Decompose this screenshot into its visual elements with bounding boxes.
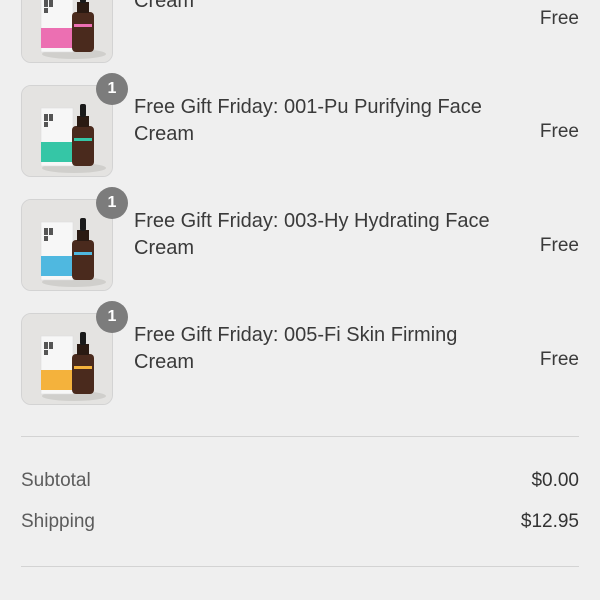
quantity-badge: 1 bbox=[96, 187, 128, 219]
section-divider bbox=[21, 566, 579, 567]
quantity-badge: 1 bbox=[96, 301, 128, 333]
line-item: 1 Free Gift Friday: 003-Hy Hydrating Fac… bbox=[0, 187, 600, 291]
product-thumbnail-wrapper: 1 bbox=[21, 301, 128, 405]
subtotal-value: $0.00 bbox=[531, 470, 579, 491]
product-thumbnail-wrapper: 1 bbox=[21, 73, 128, 177]
subtotal-label: Subtotal bbox=[21, 470, 91, 491]
product-price: Free bbox=[539, 349, 579, 370]
product-price: Free bbox=[539, 8, 579, 29]
shipping-label: Shipping bbox=[21, 511, 95, 532]
product-price: Free bbox=[539, 235, 579, 256]
quantity-badge: 1 bbox=[96, 73, 128, 105]
line-item: 1 Free Gift Friday: 004-Br Skin Brighten… bbox=[0, 0, 600, 63]
product-name: Free Gift Friday: 001-Pu Purifying Face … bbox=[134, 96, 482, 145]
product-price: Free bbox=[539, 121, 579, 142]
product-thumbnail-wrapper: 1 bbox=[21, 187, 128, 291]
line-item: 1 Free Gift Friday: 001-Pu Purifying Fac… bbox=[0, 73, 600, 177]
section-divider bbox=[21, 436, 579, 437]
shipping-value: $12.95 bbox=[520, 511, 579, 532]
product-thumbnail-wrapper: 1 bbox=[21, 0, 113, 63]
product-name: Free Gift Friday: 003-Hy Hydrating Face … bbox=[134, 210, 490, 259]
line-item: 1 Free Gift Friday: 005-Fi Skin Firming … bbox=[0, 301, 600, 405]
product-image bbox=[21, 0, 113, 63]
product-name: Free Gift Friday: 005-Fi Skin Firming Cr… bbox=[134, 324, 458, 373]
product-name: Free Gift Friday: 004-Br Skin Brightenin… bbox=[134, 0, 195, 12]
